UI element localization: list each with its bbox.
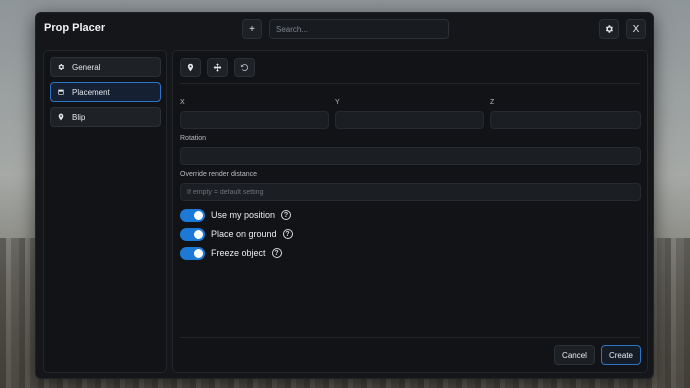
pin-tool-button[interactable]	[180, 58, 201, 77]
toggle-label: Place on ground	[211, 229, 277, 239]
rotation-field[interactable]	[180, 147, 641, 165]
z-label: Z	[490, 99, 495, 106]
cancel-label: Cancel	[562, 350, 587, 360]
gear-icon	[605, 25, 613, 33]
title-bar: Prop Placer + X	[36, 13, 653, 45]
close-button[interactable]: X	[626, 19, 646, 39]
sidebar-item-label: Placement	[72, 87, 110, 97]
close-label: X	[632, 23, 640, 35]
place-on-ground-toggle[interactable]	[180, 227, 205, 241]
move-icon	[213, 63, 222, 72]
render-distance-label: Override render distance	[180, 171, 258, 178]
render-distance-field[interactable]	[180, 183, 641, 201]
sidebar: General Placement Blip	[43, 50, 167, 373]
create-button[interactable]: Create	[601, 345, 641, 365]
y-label: Y	[335, 99, 340, 106]
settings-button[interactable]	[599, 19, 619, 39]
toggle-label: Freeze object	[211, 248, 266, 258]
freeze-object-row: Freeze object ?	[180, 246, 282, 260]
freeze-object-toggle[interactable]	[180, 246, 205, 260]
sidebar-item-label: Blip	[72, 112, 86, 122]
z-field[interactable]	[490, 111, 641, 129]
help-icon[interactable]: ?	[271, 248, 282, 258]
search-input[interactable]	[269, 19, 449, 39]
move-tool-button[interactable]	[207, 58, 228, 77]
undo-button[interactable]	[234, 58, 255, 77]
rotation-label: Rotation	[180, 135, 207, 142]
sidebar-item-placement[interactable]: Placement	[50, 82, 161, 102]
gear-icon	[58, 64, 65, 70]
help-icon[interactable]: ?	[281, 210, 292, 220]
map-pin-icon	[58, 113, 64, 121]
x-field[interactable]	[180, 111, 329, 129]
sidebar-item-blip[interactable]: Blip	[50, 107, 161, 127]
create-label: Create	[608, 350, 633, 360]
x-label: X	[180, 99, 185, 106]
toolbar-divider	[180, 83, 640, 84]
add-button[interactable]: +	[242, 19, 262, 39]
toggle-label: Use my position	[211, 210, 276, 220]
place-on-ground-row: Place on ground ?	[180, 227, 293, 241]
footer-divider	[180, 337, 640, 338]
undo-icon	[240, 64, 249, 72]
sidebar-item-label: General	[72, 62, 101, 72]
use-my-position-toggle[interactable]	[180, 208, 205, 222]
add-label: +	[249, 23, 255, 35]
map-pin-icon	[187, 63, 194, 72]
cancel-button[interactable]: Cancel	[554, 345, 595, 365]
window-title: Prop Placer	[44, 22, 106, 34]
sidebar-item-general[interactable]: General	[50, 57, 161, 77]
placement-panel: X Y Z Rotation Override render distance …	[172, 50, 648, 373]
prop-placer-window: Prop Placer + X General Placement	[35, 12, 654, 379]
use-my-position-row: Use my position ?	[180, 208, 292, 222]
calendar-icon	[58, 89, 64, 95]
y-field[interactable]	[335, 111, 484, 129]
help-icon[interactable]: ?	[282, 229, 293, 239]
